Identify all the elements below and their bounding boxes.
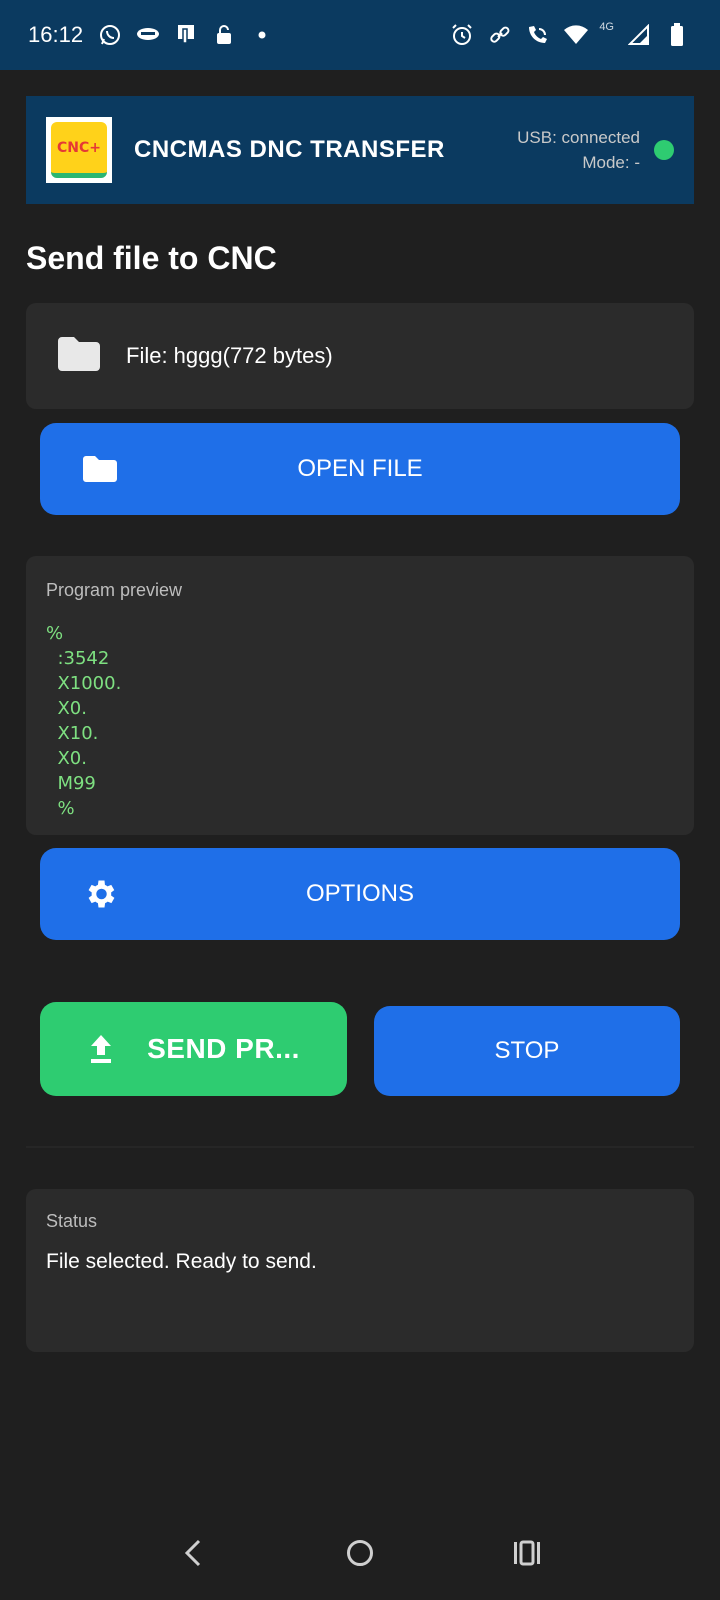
recents-icon[interactable] xyxy=(502,1528,552,1578)
home-icon[interactable] xyxy=(335,1528,385,1578)
stop-label: STOP xyxy=(494,1037,560,1064)
app-header: CNC+ CNCMAS DNC TRANSFER USB: connected … xyxy=(26,96,694,204)
program-preview-code: % :3542 X1000. X0. X10. X0. M99 % xyxy=(46,623,122,819)
folder-icon xyxy=(56,335,102,378)
network-type: 4G xyxy=(599,21,614,33)
usb-info: USB: connected Mode: - xyxy=(517,125,640,175)
upload-icon xyxy=(88,1033,114,1065)
sim-icon xyxy=(173,22,199,48)
battery-icon xyxy=(664,22,690,48)
link-icon xyxy=(487,22,513,48)
status-card: Status File selected. Ready to send. xyxy=(26,1189,694,1352)
status-caption: Status xyxy=(46,1211,98,1231)
alarm-icon xyxy=(449,22,475,48)
program-preview-caption: Program preview xyxy=(46,580,183,600)
mode-status: Mode: - xyxy=(582,153,640,172)
options-button[interactable]: OPTIONS xyxy=(40,848,680,940)
lock-icon xyxy=(211,22,237,48)
signal-icon xyxy=(626,22,652,48)
wifi-icon xyxy=(563,22,589,48)
open-file-button[interactable]: OPEN FILE xyxy=(40,423,680,515)
back-icon[interactable] xyxy=(168,1528,218,1578)
status-bar: 16:12 4G xyxy=(0,0,720,70)
app-logo-text: CNC+ xyxy=(57,139,101,156)
call-wifi-icon xyxy=(525,22,551,48)
folder-icon xyxy=(82,455,118,483)
chat-icon xyxy=(135,22,161,48)
whatsapp-icon xyxy=(97,22,123,48)
send-program-label: SEND PR... xyxy=(147,1033,300,1064)
gear-icon xyxy=(82,876,118,912)
status-text: File selected. Ready to send. xyxy=(46,1250,317,1273)
app-logo-badge: CNC+ xyxy=(51,122,107,178)
open-file-label: OPEN FILE xyxy=(297,455,423,482)
status-bar-right: 4G xyxy=(437,21,690,48)
stop-button[interactable]: STOP xyxy=(374,1006,680,1096)
program-preview-card: Program preview % :3542 X1000. X0. X10. … xyxy=(26,556,694,835)
status-bar-left: 16:12 xyxy=(28,22,287,48)
file-label: File: hggg(772 bytes) xyxy=(126,343,333,368)
usb-status: USB: connected xyxy=(517,128,640,147)
navigation-bar xyxy=(0,1505,720,1600)
file-card: File: hggg(772 bytes) xyxy=(26,303,694,409)
divider xyxy=(26,1146,694,1148)
page-title: Send file to CNC xyxy=(26,240,277,276)
app-title: CNCMAS DNC TRANSFER xyxy=(134,136,445,163)
connection-indicator xyxy=(654,140,674,160)
send-program-button[interactable]: SEND PR... xyxy=(40,1002,347,1096)
options-label: OPTIONS xyxy=(305,880,414,907)
status-time: 16:12 xyxy=(28,22,84,47)
dot-icon xyxy=(249,22,275,48)
app-logo: CNC+ xyxy=(46,117,112,183)
